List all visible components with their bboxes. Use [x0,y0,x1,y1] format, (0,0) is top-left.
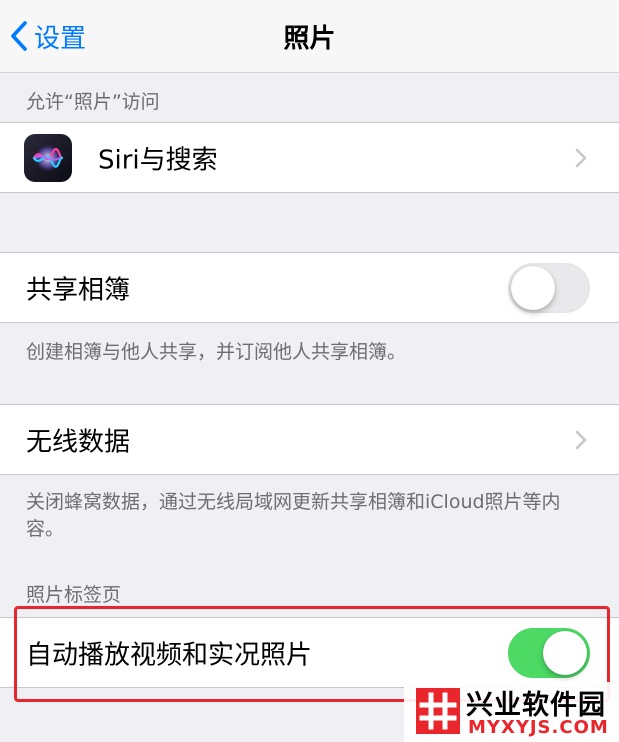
siri-search-label: Siri与搜索 [98,145,218,175]
shared-albums-toggle[interactable] [508,262,590,313]
autoplay-cell: 自动播放视频和实况照片 [0,617,619,688]
autoplay-toggle[interactable] [508,627,590,678]
chevron-right-icon [575,430,587,449]
shared-albums-footer: 创建相簿与他人共享，并订阅他人共享相簿。 [26,341,407,363]
toggle-knob [511,265,555,310]
watermark-domain: MYXYJS.COM [468,717,609,738]
wireless-data-cell[interactable]: 无线数据 [0,404,619,475]
chevron-right-icon [575,148,587,167]
navigation-bar: 设置 照片 [0,0,619,73]
page-title: 照片 [283,24,336,54]
autoplay-label: 自动播放视频和实况照片 [26,640,313,670]
wireless-data-footer: 关闭蜂窝数据，通过无线局域网更新共享相簿和iCloud照片等内容。 [26,491,561,540]
watermark: 兴业软件园 MYXYJS.COM [404,682,619,742]
section-header-photos-tab: 照片标签页 [26,584,122,606]
shared-albums-label: 共享相簿 [26,275,131,305]
siri-search-cell[interactable]: Siri与搜索 [0,122,619,193]
watermark-logo-icon [416,688,460,734]
wireless-data-label: 无线数据 [26,427,131,457]
shared-albums-cell: 共享相簿 [0,252,619,323]
toggle-knob [543,630,587,675]
section-header-access: 允许“照片”访问 [26,91,160,113]
siri-icon [24,134,72,182]
